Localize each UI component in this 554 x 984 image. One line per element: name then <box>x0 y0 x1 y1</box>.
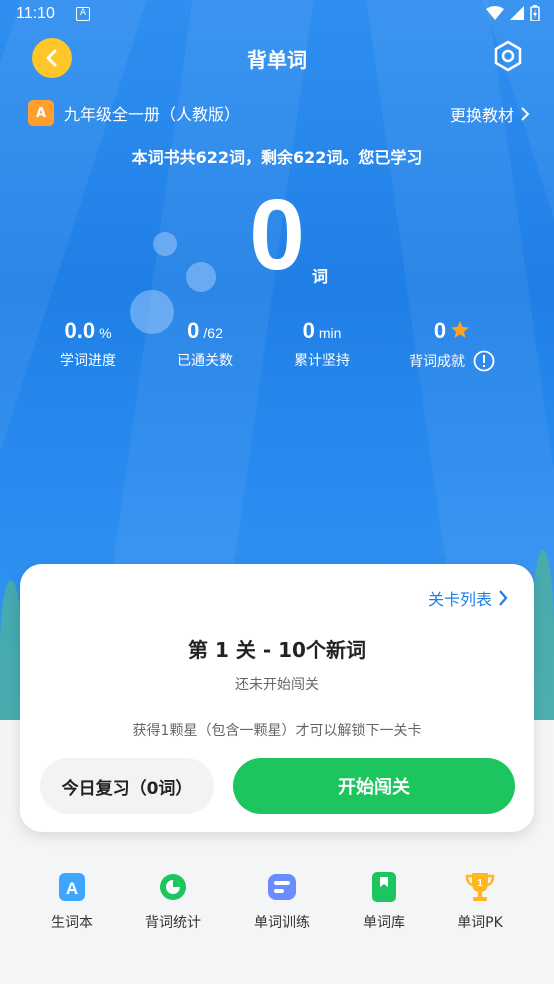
word-library-icon <box>367 870 401 904</box>
svg-text:A: A <box>66 879 78 898</box>
level-card: 关卡列表 第 1 关 - 10个新词 还未开始闯关 获得1颗星（包含一颗星）才可… <box>20 564 534 832</box>
current-book: A 九年级全一册（人教版） <box>28 100 240 126</box>
nav-label: 背词统计 <box>145 915 201 931</box>
level-status: 还未开始闯关 <box>235 677 319 693</box>
notification-icon: A <box>76 7 90 21</box>
nav-word-pk[interactable]: 1 单词PK <box>425 870 535 932</box>
signal-icon <box>510 6 524 20</box>
book-icon: A <box>28 100 54 126</box>
nav-word-library[interactable]: 单词库 <box>329 870 439 932</box>
stat-time: 0 min 累计坚持 <box>257 314 387 370</box>
vocab-book-icon: A <box>55 870 89 904</box>
info-icon[interactable] <box>473 350 495 372</box>
stats-row: 0.0% 学词进度 0/62 已通关数 0 min 累计坚持 0 背词成就 <box>0 314 554 384</box>
stat-value: 0 <box>302 318 315 343</box>
stat-label: 背词成就 <box>409 354 465 370</box>
stat-value: 0.0 <box>64 318 96 343</box>
svg-text:1: 1 <box>477 878 483 889</box>
settings-button[interactable] <box>490 38 526 74</box>
level-list-label: 关卡列表 <box>427 590 492 609</box>
nav-label: 单词PK <box>457 915 503 931</box>
stat-unit: /62 <box>203 325 223 341</box>
training-icon <box>265 870 299 904</box>
nav-stats[interactable]: 背词统计 <box>118 870 228 932</box>
chevron-right-icon <box>521 107 530 121</box>
stat-label: 学词进度 <box>60 353 116 369</box>
stat-levels-passed: 0/62 已通关数 <box>140 314 270 370</box>
stats-chart-icon <box>156 870 190 904</box>
nav-label: 单词库 <box>363 915 405 931</box>
stat-achievement[interactable]: 0 背词成就 <box>387 314 517 372</box>
stat-value: 0 <box>433 318 447 343</box>
nav-vocab-book[interactable]: A 生词本 <box>17 870 127 932</box>
level-title: 第 1 关 - 10个新词 <box>188 638 366 662</box>
status-bar: 11:10 A <box>0 0 554 30</box>
settings-icon <box>494 40 522 72</box>
page-title: 背单词 <box>247 48 307 72</box>
unlock-hint: 获得1颗星（包含一颗星）才可以解锁下一关卡 <box>132 723 422 739</box>
stat-progress: 0.0% 学词进度 <box>23 314 153 370</box>
trophy-icon: 1 <box>463 870 497 904</box>
stat-label: 累计坚持 <box>294 353 350 369</box>
bottom-nav: A 生词本 背词统计 单词训练 单词库 1 单词PK <box>0 870 554 950</box>
nav-label: 生词本 <box>51 915 93 931</box>
start-level-button[interactable]: 开始闯关 <box>233 758 515 814</box>
change-book-button[interactable]: 更换教材 <box>450 102 530 126</box>
wifi-icon <box>486 6 504 20</box>
chevron-right-icon <box>499 590 508 606</box>
learned-count: 0 <box>249 179 305 291</box>
status-time: 11:10 <box>16 5 55 22</box>
stat-unit: % <box>99 325 112 341</box>
change-book-label: 更换教材 <box>449 106 514 125</box>
stat-value: 0 <box>187 318 200 343</box>
battery-icon <box>530 5 540 21</box>
nav-training[interactable]: 单词训练 <box>227 870 337 932</box>
learned-unit: 词 <box>312 267 329 286</box>
book-summary: 本词书共622词，剩余622词。您已学习 <box>131 148 423 167</box>
book-name: 九年级全一册（人教版） <box>64 105 241 124</box>
nav-label: 单词训练 <box>254 915 310 931</box>
today-review-button[interactable]: 今日复习（0词） <box>40 758 214 814</box>
stat-unit: min <box>318 325 342 341</box>
star-icon <box>451 321 470 338</box>
stat-label: 已通关数 <box>177 353 233 369</box>
level-list-button[interactable]: 关卡列表 <box>428 586 508 610</box>
